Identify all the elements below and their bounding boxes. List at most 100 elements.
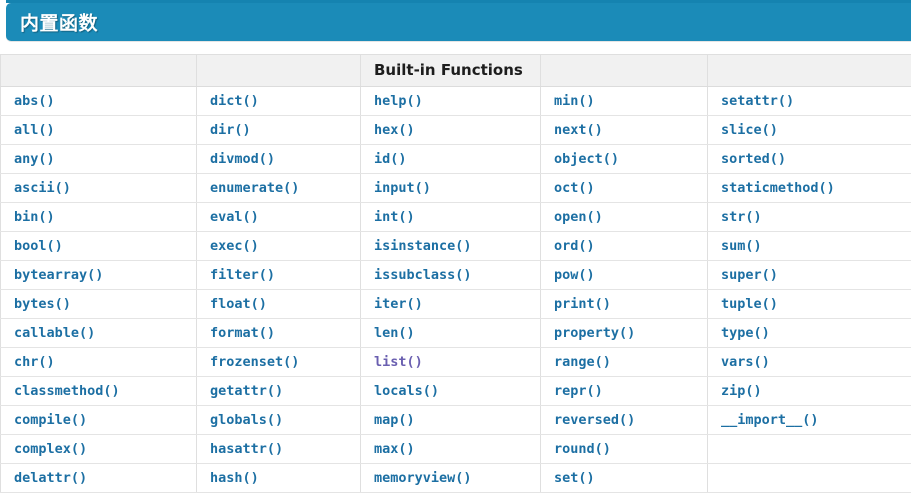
page-title: 内置函数 xyxy=(20,12,99,35)
function-link-ord[interactable]: ord() xyxy=(554,238,595,254)
function-link-pow[interactable]: pow() xyxy=(554,267,595,283)
function-link-setattr[interactable]: setattr() xyxy=(721,93,794,109)
table-cell: range() xyxy=(540,347,708,377)
table-header-cell-1 xyxy=(0,54,197,87)
table-cell: complex() xyxy=(0,434,197,464)
function-link-help[interactable]: help() xyxy=(374,93,423,109)
table-cell: classmethod() xyxy=(0,376,197,406)
table-cell: bytes() xyxy=(0,289,197,319)
function-link-iter[interactable]: iter() xyxy=(374,296,423,312)
function-link-bool[interactable]: bool() xyxy=(14,238,63,254)
function-link-staticmethod[interactable]: staticmethod() xyxy=(721,180,835,196)
table-header-cell-5 xyxy=(707,54,911,87)
function-link-oct[interactable]: oct() xyxy=(554,180,595,196)
function-link-slice[interactable]: slice() xyxy=(721,122,778,138)
function-link-format[interactable]: format() xyxy=(210,325,275,341)
table-cell: issubclass() xyxy=(360,260,541,290)
function-link-input[interactable]: input() xyxy=(374,180,431,196)
table-cell: globals() xyxy=(196,405,361,435)
function-link-memoryview[interactable]: memoryview() xyxy=(374,470,472,486)
function-link-import[interactable]: __import__() xyxy=(721,412,819,428)
function-link-hash[interactable]: hash() xyxy=(210,470,259,486)
builtin-functions-table: Built-in Functions abs() dict() help() min(… xyxy=(0,54,911,493)
table-cell: compile() xyxy=(0,405,197,435)
function-link-float[interactable]: float() xyxy=(210,296,267,312)
function-link-exec[interactable]: exec() xyxy=(210,238,259,254)
table-cell: type() xyxy=(707,318,911,348)
function-link-round[interactable]: round() xyxy=(554,441,611,457)
table-cell: input() xyxy=(360,173,541,203)
function-link-sorted[interactable]: sorted() xyxy=(721,151,786,167)
function-link-bytes[interactable]: bytes() xyxy=(14,296,71,312)
function-link-any[interactable]: any() xyxy=(14,151,55,167)
function-link-divmod[interactable]: divmod() xyxy=(210,151,275,167)
function-link-map[interactable]: map() xyxy=(374,412,415,428)
function-link-range[interactable]: range() xyxy=(554,354,611,370)
function-link-callable[interactable]: callable() xyxy=(14,325,95,341)
table-header-cell-4 xyxy=(540,54,708,87)
function-link-str[interactable]: str() xyxy=(721,209,762,225)
table-row: delattr() hash() memoryview() set() xyxy=(0,463,911,493)
function-link-set[interactable]: set() xyxy=(554,470,595,486)
function-link-object[interactable]: object() xyxy=(554,151,619,167)
function-link-zip[interactable]: zip() xyxy=(721,383,762,399)
function-link-open[interactable]: open() xyxy=(554,209,603,225)
table-cell: open() xyxy=(540,202,708,232)
function-link-filter[interactable]: filter() xyxy=(210,267,275,283)
function-link-next[interactable]: next() xyxy=(554,122,603,138)
function-link-classmethod[interactable]: classmethod() xyxy=(14,383,120,399)
function-link-bin[interactable]: bin() xyxy=(14,209,55,225)
function-link-reversed[interactable]: reversed() xyxy=(554,412,635,428)
function-link-dir[interactable]: dir() xyxy=(210,122,251,138)
function-link-type[interactable]: type() xyxy=(721,325,770,341)
table-cell: all() xyxy=(0,115,197,145)
function-link-isinstance[interactable]: isinstance() xyxy=(374,238,472,254)
function-link-print[interactable]: print() xyxy=(554,296,611,312)
function-link-delattr[interactable]: delattr() xyxy=(14,470,87,486)
function-link-sum[interactable]: sum() xyxy=(721,238,762,254)
function-link-super[interactable]: super() xyxy=(721,267,778,283)
table-body: abs() dict() help() min() setattr() all() dir(… xyxy=(0,86,911,493)
table-row: bin() eval() int() open() str() xyxy=(0,202,911,232)
function-link-max[interactable]: max() xyxy=(374,441,415,457)
table-cell: len() xyxy=(360,318,541,348)
function-link-globals[interactable]: globals() xyxy=(210,412,283,428)
function-link-repr[interactable]: repr() xyxy=(554,383,603,399)
function-link-locals[interactable]: locals() xyxy=(374,383,439,399)
function-link-dict[interactable]: dict() xyxy=(210,93,259,109)
function-link-bytearray[interactable]: bytearray() xyxy=(14,267,103,283)
table-cell: __import__() xyxy=(707,405,911,435)
table-cell: oct() xyxy=(540,173,708,203)
function-link-eval[interactable]: eval() xyxy=(210,209,259,225)
function-link-frozenset[interactable]: frozenset() xyxy=(210,354,299,370)
function-link-hasattr[interactable]: hasattr() xyxy=(210,441,283,457)
function-link-id[interactable]: id() xyxy=(374,151,407,167)
table-cell: tuple() xyxy=(707,289,911,319)
function-link-int[interactable]: int() xyxy=(374,209,415,225)
function-link-len[interactable]: len() xyxy=(374,325,415,341)
function-link-issubclass[interactable]: issubclass() xyxy=(374,267,472,283)
function-link-all[interactable]: all() xyxy=(14,122,55,138)
function-link-hex[interactable]: hex() xyxy=(374,122,415,138)
function-link-vars[interactable]: vars() xyxy=(721,354,770,370)
function-link-tuple[interactable]: tuple() xyxy=(721,296,778,312)
header-banner: 内置函数 xyxy=(6,3,911,41)
function-link-getattr[interactable]: getattr() xyxy=(210,383,283,399)
function-link-complex[interactable]: complex() xyxy=(14,441,87,457)
function-link-abs[interactable]: abs() xyxy=(14,93,55,109)
function-link-compile[interactable]: compile() xyxy=(14,412,87,428)
table-cell: getattr() xyxy=(196,376,361,406)
function-link-ascii[interactable]: ascii() xyxy=(14,180,71,196)
function-link-min[interactable]: min() xyxy=(554,93,595,109)
function-link-list[interactable]: list() xyxy=(374,354,423,370)
function-link-property[interactable]: property() xyxy=(554,325,635,341)
function-link-chr[interactable]: chr() xyxy=(14,354,55,370)
table-cell: delattr() xyxy=(0,463,197,493)
table-cell: exec() xyxy=(196,231,361,261)
table-cell: callable() xyxy=(0,318,197,348)
table-cell: list() xyxy=(360,347,541,377)
function-link-enumerate[interactable]: enumerate() xyxy=(210,180,299,196)
table-cell: sum() xyxy=(707,231,911,261)
table-cell: filter() xyxy=(196,260,361,290)
table-row: chr() frozenset() list() range() vars() xyxy=(0,347,911,377)
